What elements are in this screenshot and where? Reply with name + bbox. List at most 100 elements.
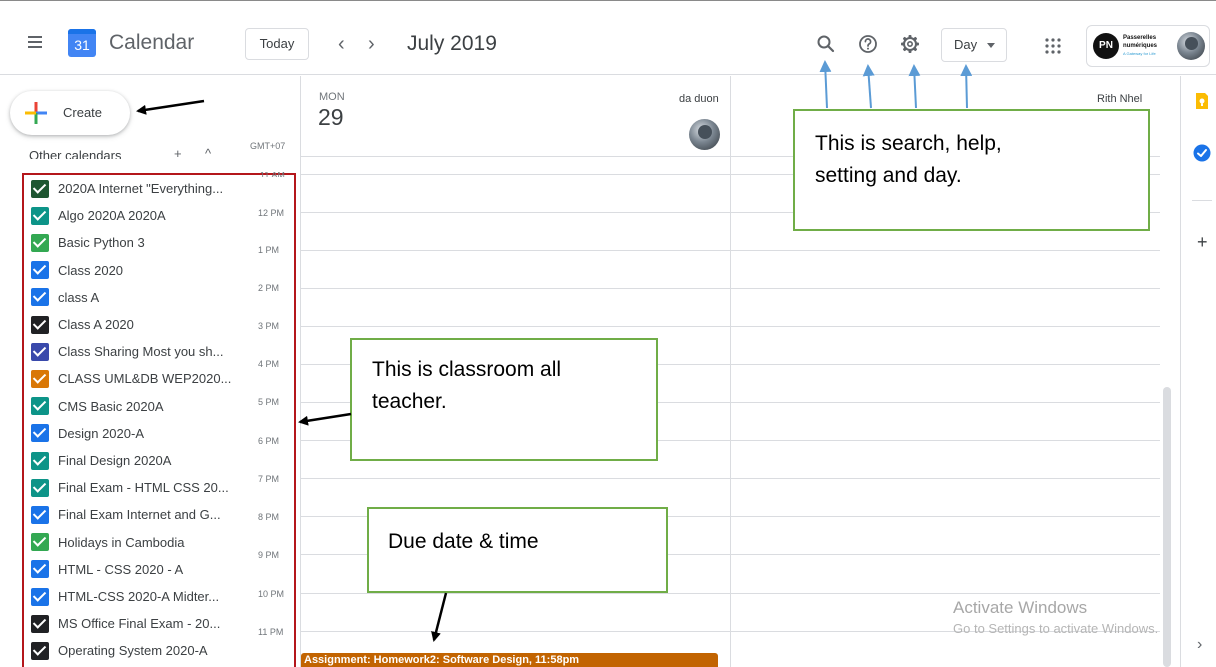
user-avatar[interactable] [1177, 32, 1205, 60]
calendar-name: CLASS UML&DB WEP2020... [58, 371, 232, 387]
create-button[interactable]: Create [10, 91, 130, 135]
top-app-bar: 31 Calendar Today ‹ › July 2019 Day PN P… [0, 1, 1216, 75]
header-callout-line2: setting and day. [815, 164, 962, 187]
other-calendars-heading: Other calendars [29, 149, 122, 159]
header-icons-callout: This is search, help, setting and day. [793, 109, 1150, 231]
calendar-name: Holidays in Cambodia [58, 534, 185, 550]
timezone-label: GMT+07 [250, 141, 286, 151]
calendar-list-item[interactable]: Design 2020-A [31, 420, 144, 447]
calendar-visibility-checkbox[interactable] [31, 505, 49, 524]
calendar-list-item[interactable]: Class 2020 [31, 257, 123, 284]
calendar-name: MS Office Final Exam - 20... [58, 616, 221, 632]
calendar-visibility-checkbox[interactable] [31, 342, 49, 361]
organization-name-line1: Passerelles [1123, 35, 1157, 41]
collapse-other-calendars-button[interactable]: ^ [205, 146, 211, 158]
calendar-list-item[interactable]: HTML - CSS 2020 - A [31, 556, 183, 583]
activation-watermark-subtitle: Go to Settings to activate Windows. [953, 621, 1159, 636]
calendar-name: Class A 2020 [58, 317, 134, 332]
add-other-calendar-button[interactable]: + [174, 146, 182, 158]
calendar-list-item[interactable]: Holidays in Cambodia [31, 529, 184, 556]
google-apps-grid-icon[interactable] [1045, 38, 1061, 54]
time-label: 5 PM [258, 397, 280, 407]
view-selector-dropdown[interactable]: Day [941, 28, 1007, 62]
calendar-name: Final Exam - HTML CSS 20... [58, 480, 229, 496]
app-title[interactable]: Calendar [109, 31, 194, 55]
settings-gear-icon[interactable] [899, 33, 921, 55]
help-icon[interactable] [857, 33, 879, 55]
time-label: 9 PM [258, 550, 280, 560]
arrow-to-create-button [136, 99, 205, 115]
today-button[interactable]: Today [245, 28, 309, 60]
calendar-list-item[interactable]: HTML-CSS 2020-A Midter... [31, 583, 219, 610]
get-add-ons-button[interactable]: + [1197, 232, 1208, 253]
calendar-visibility-checkbox[interactable] [31, 641, 49, 660]
calendar-visibility-checkbox[interactable] [31, 288, 49, 307]
calendar-event[interactable]: Assignment: Homework2: Software Design, … [301, 653, 718, 667]
calendar-visibility-checkbox[interactable] [31, 233, 49, 252]
list-callout-line2: teacher. [372, 390, 447, 413]
calendar-visibility-checkbox[interactable] [31, 206, 49, 225]
time-label: 1 PM [258, 245, 280, 255]
calendar-list-item[interactable]: Class A 2020 [31, 311, 134, 338]
calendar-name: Class 2020 [58, 262, 124, 278]
calendar-logo-day: 31 [74, 37, 90, 53]
calendar-name: Design 2020-A [58, 425, 144, 441]
calendar-list-item[interactable]: CLASS UML&DB WEP2020... [31, 365, 231, 392]
calendar-list-item[interactable]: MS Office Final Exam - 20... [31, 610, 220, 637]
list-callout-line1: This is classroom all [372, 358, 562, 381]
day-number[interactable]: 29 [318, 104, 344, 131]
grid-left-border [300, 76, 301, 667]
calendar-list-callout: This is classroom all teacher. [350, 338, 658, 461]
calendar-list-item[interactable]: Final Exam Internet and G... [31, 501, 221, 528]
main-menu-icon[interactable] [28, 36, 42, 48]
calendar-list-item[interactable]: Final Exam - HTML CSS 20... [31, 474, 229, 501]
calendar-visibility-checkbox[interactable] [31, 261, 49, 280]
calendar-name: CMS Basic 2020A [58, 398, 164, 414]
create-plus-icon [25, 102, 47, 124]
side-panel-divider [1192, 200, 1212, 201]
hour-gridline [300, 250, 1160, 251]
calendar-list-item[interactable]: Class Sharing Most you sh... [31, 338, 223, 365]
current-month-title: July 2019 [407, 32, 497, 55]
calendar-visibility-checkbox[interactable] [31, 533, 49, 552]
calendar-visibility-checkbox[interactable] [31, 179, 49, 198]
vertical-scrollbar[interactable] [1163, 387, 1171, 667]
hour-gridline [300, 326, 1160, 327]
calendar-list-item[interactable]: class A [31, 284, 99, 311]
calendar-list-item[interactable]: Algo 2020A 2020A [31, 202, 166, 229]
calendar-list-item[interactable]: Final Design 2020A [31, 447, 171, 474]
calendar-visibility-checkbox[interactable] [31, 560, 49, 579]
calendar-list-item[interactable]: CMS Basic 2020A [31, 393, 164, 420]
due-date-callout: Due date & time [367, 507, 668, 593]
calendar-visibility-checkbox[interactable] [31, 478, 49, 497]
keep-notes-icon[interactable] [1193, 92, 1211, 110]
calendar-list-item[interactable]: 2020A Internet "Everything... [31, 175, 223, 202]
dropdown-caret-icon [987, 43, 995, 48]
resource-avatar-1 [689, 119, 720, 150]
tasks-icon[interactable] [1193, 144, 1211, 162]
next-period-button[interactable]: › [368, 34, 375, 54]
calendar-visibility-checkbox[interactable] [31, 369, 49, 388]
view-selector-label: Day [954, 37, 978, 52]
calendar-list-item[interactable]: Basic Python 3 [31, 229, 145, 256]
search-icon[interactable] [815, 33, 837, 55]
previous-period-button[interactable]: ‹ [338, 34, 345, 54]
calendar-name: HTML - CSS 2020 - A [58, 561, 184, 577]
time-label: 2 PM [258, 283, 280, 293]
calendar-name: Final Exam Internet and G... [58, 507, 221, 523]
arrow-to-event [431, 592, 448, 642]
due-callout-text: Due date & time [388, 530, 539, 553]
calendar-visibility-checkbox[interactable] [31, 397, 49, 416]
calendar-list-item[interactable]: Operating System 2020-A [31, 637, 208, 664]
calendar-name: Basic Python 3 [58, 235, 145, 251]
expand-side-panel-button[interactable]: › [1197, 636, 1202, 654]
calendar-visibility-checkbox[interactable] [31, 587, 49, 606]
side-panel [1180, 76, 1216, 667]
create-button-label: Create [63, 105, 103, 120]
calendar-visibility-checkbox[interactable] [31, 614, 49, 633]
account-switcher[interactable]: PN Passerelles numériques A Gateway for … [1086, 25, 1210, 67]
calendar-visibility-checkbox[interactable] [31, 451, 49, 470]
calendar-visibility-checkbox[interactable] [31, 424, 49, 443]
calendar-visibility-checkbox[interactable] [31, 315, 49, 334]
time-label: 7 PM [258, 474, 280, 484]
